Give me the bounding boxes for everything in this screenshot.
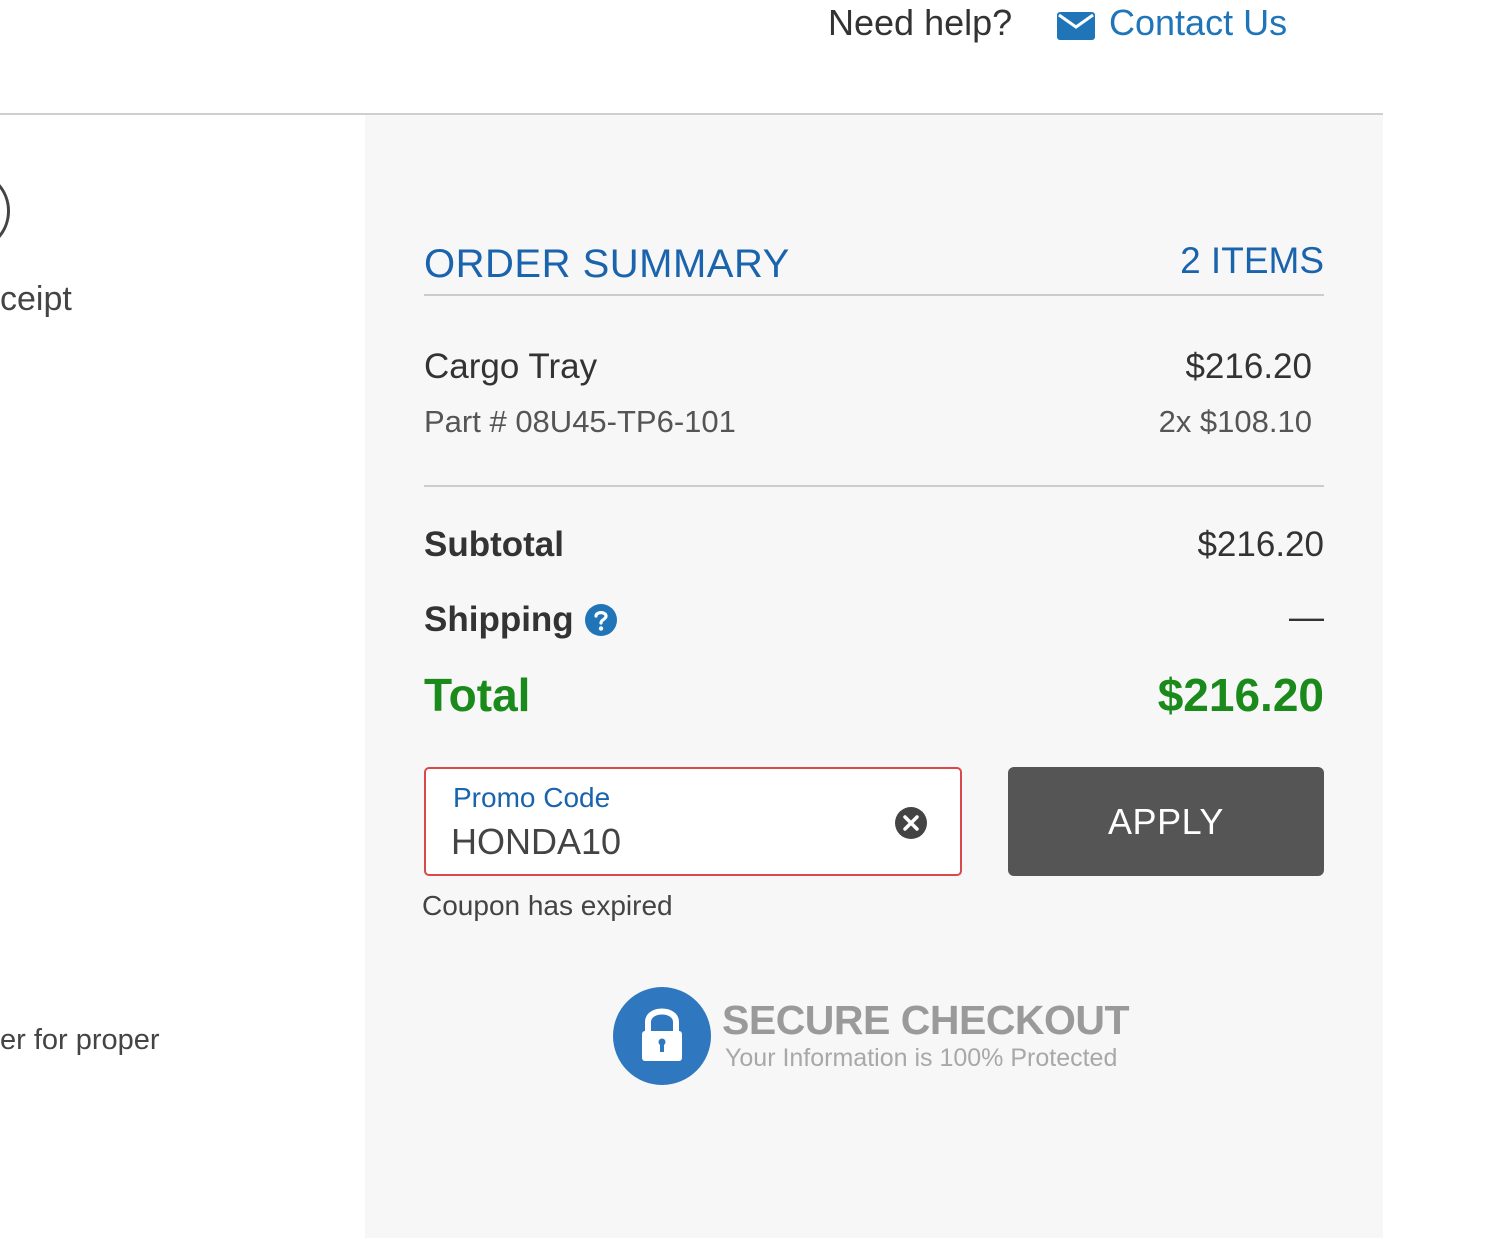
shipping-row-label: Shipping [424, 600, 618, 640]
subtotal-value: $216.20 [1197, 525, 1324, 564]
total-label: Total [424, 669, 531, 721]
promo-code-label: Promo Code [453, 782, 611, 813]
order-summary-title: ORDER SUMMARY [424, 242, 790, 286]
clear-circle-icon[interactable] [894, 806, 928, 840]
step-label-receipt: ceipt [0, 280, 72, 318]
contact-us-label: Contact Us [1109, 2, 1288, 43]
secure-checkout-subtitle: Your Information is 100% Protected [725, 1044, 1118, 1072]
line-item-part-number: Part # 08U45-TP6-101 [424, 404, 736, 439]
subtotal-label: Subtotal [424, 525, 564, 564]
shipping-value: — [1289, 598, 1324, 637]
promo-code-input[interactable] [451, 820, 871, 864]
total-value: $216.20 [1157, 669, 1324, 721]
question-circle-icon[interactable] [584, 603, 618, 637]
promo-error-message: Coupon has expired [422, 890, 673, 921]
contact-us-link[interactable]: Contact Us [1057, 2, 1287, 44]
item-count: 2 ITEMS [1180, 240, 1324, 281]
secure-checkout-title: SECURE CHECKOUT [722, 997, 1130, 1043]
apply-button[interactable]: APPLY [1008, 767, 1324, 876]
summary-divider [424, 294, 1324, 296]
items-divider [424, 485, 1324, 487]
need-help-text: Need help? [828, 2, 1013, 43]
left-note-text: er for proper [0, 1024, 160, 1056]
step-circle-icon [0, 170, 10, 252]
line-item-quantity-price: 2x $108.10 [1158, 404, 1312, 439]
shipping-label: Shipping [424, 600, 574, 639]
lock-icon [612, 986, 712, 1086]
line-item-price: $216.20 [1185, 347, 1312, 386]
envelope-icon [1057, 12, 1095, 40]
line-item-name: Cargo Tray [424, 347, 598, 386]
